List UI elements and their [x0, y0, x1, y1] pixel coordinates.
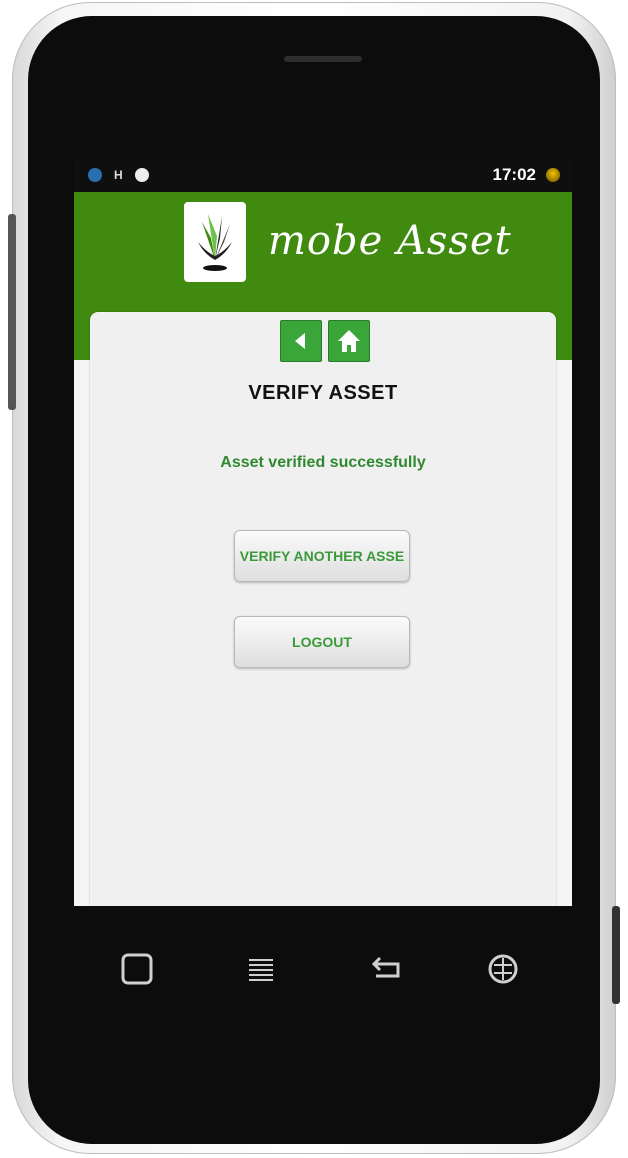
volume-button[interactable]	[8, 214, 16, 410]
home-hardware-key[interactable]	[120, 952, 154, 986]
verify-another-asset-button[interactable]: VERIFY ANOTHER ASSE	[234, 530, 410, 582]
search-hardware-key[interactable]	[486, 952, 520, 986]
hspa-indicator: H	[114, 168, 123, 182]
verify-card: VERIFY ASSET Asset verified successfully…	[90, 312, 556, 906]
app-logo	[184, 202, 246, 282]
app-title: mobe Asset	[268, 218, 512, 264]
back-arrow-icon	[295, 333, 305, 349]
logout-button[interactable]: LOGOUT	[234, 616, 410, 668]
nav-toolbar	[280, 320, 370, 362]
back-hardware-key[interactable]	[368, 952, 402, 986]
status-bar: H 17:02	[74, 160, 572, 192]
home-button[interactable]	[328, 320, 370, 362]
battery-icon	[546, 168, 560, 182]
back-button[interactable]	[280, 320, 322, 362]
search-globe-icon	[488, 954, 518, 984]
earpiece-speaker	[284, 56, 362, 62]
return-arrow-icon	[371, 956, 400, 978]
menu-hardware-key[interactable]	[244, 952, 278, 986]
status-time: 17:02	[492, 165, 536, 184]
app-screen: H 17:02 mobe Asset VERIFY ASSET Asset ve…	[74, 160, 572, 906]
network-globe-icon	[88, 168, 102, 182]
square-home-icon	[121, 953, 153, 985]
success-message: Asset verified successfully	[220, 454, 426, 471]
power-button[interactable]	[612, 906, 620, 1004]
alarm-icon	[134, 168, 149, 182]
menu-icon	[249, 959, 273, 981]
page-title: VERIFY ASSET	[248, 382, 398, 404]
home-icon	[338, 330, 360, 352]
